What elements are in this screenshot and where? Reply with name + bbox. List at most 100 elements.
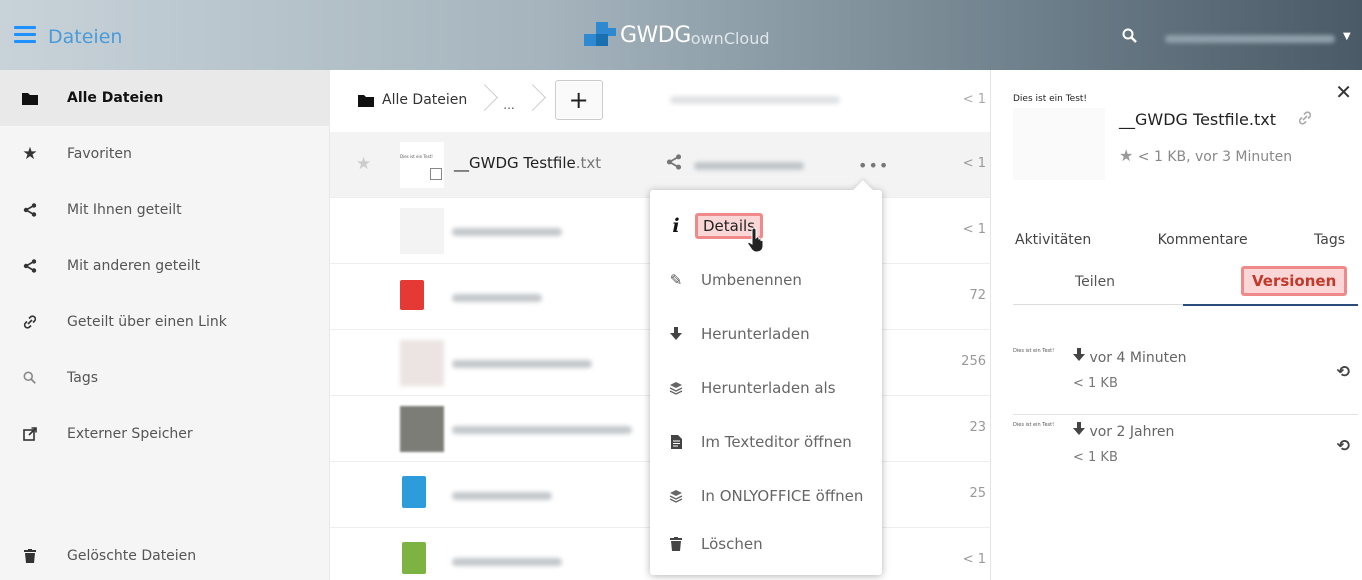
file-name[interactable] bbox=[452, 294, 542, 302]
pdf-icon bbox=[400, 280, 424, 310]
sidebar: Alle Dateien ★ Favoriten Mit Ihnen getei… bbox=[0, 70, 330, 580]
spreadsheet-icon bbox=[402, 542, 426, 574]
file-size: < 1 bbox=[962, 222, 986, 237]
version-download[interactable]: vor 2 Jahren bbox=[1073, 422, 1174, 440]
sidebar-item-all-files[interactable]: Alle Dateien bbox=[0, 70, 330, 126]
details-meta-text: < 1 KB, vor 3 Minuten bbox=[1137, 149, 1293, 165]
menu-item-download-as[interactable]: Herunterladen als bbox=[650, 361, 882, 415]
revert-icon[interactable]: ⟲ bbox=[1337, 362, 1350, 381]
version-time: vor 2 Jahren bbox=[1089, 424, 1175, 440]
folder-icon bbox=[358, 94, 374, 107]
link-icon[interactable] bbox=[1297, 110, 1313, 126]
file-size: 72 bbox=[969, 288, 986, 303]
sidebar-item-shared-with-you[interactable]: Mit Ihnen geteilt bbox=[0, 182, 330, 238]
download-icon bbox=[1073, 422, 1085, 435]
file-preview bbox=[1013, 108, 1105, 180]
version-thumbnail: Dies ist ein Test! bbox=[1013, 348, 1055, 354]
link-icon bbox=[20, 312, 40, 332]
tab-activities[interactable]: Aktivitäten bbox=[1015, 232, 1091, 248]
sidebar-item-label: Mit anderen geteilt bbox=[67, 258, 201, 274]
tab-sharing[interactable]: Teilen bbox=[1075, 274, 1115, 290]
file-checkbox[interactable] bbox=[430, 168, 442, 180]
sidebar-item-external-storage[interactable]: Externer Speicher bbox=[0, 406, 330, 462]
file-name[interactable] bbox=[452, 558, 562, 566]
menu-item-text-editor[interactable]: Im Texteditor öffnen bbox=[650, 415, 882, 469]
active-tab-indicator bbox=[1183, 304, 1358, 306]
revert-icon[interactable]: ⟲ bbox=[1337, 436, 1350, 455]
share-recipient bbox=[694, 162, 804, 170]
file-thumbnail: Dies ist ein Test! bbox=[400, 142, 444, 188]
tab-comments[interactable]: Kommentare bbox=[1158, 232, 1248, 248]
menu-item-download[interactable]: Herunterladen bbox=[650, 307, 882, 361]
logo-brand: GWDG bbox=[620, 22, 691, 48]
logo-icon bbox=[584, 22, 620, 48]
download-icon bbox=[668, 327, 684, 341]
sidebar-item-shared-with-others[interactable]: Mit anderen geteilt bbox=[0, 238, 330, 294]
star-icon[interactable]: ★ bbox=[356, 154, 371, 174]
menu-item-onlyoffice[interactable]: In ONLYOFFICE öffnen bbox=[650, 469, 882, 523]
share-icon bbox=[20, 200, 40, 220]
header-size: < 1 bbox=[962, 92, 986, 107]
info-icon: i bbox=[672, 215, 680, 237]
search-icon bbox=[20, 368, 40, 388]
details-meta: ★ < 1 KB, vor 3 Minuten bbox=[1119, 146, 1292, 165]
more-actions-button[interactable]: ••• bbox=[858, 156, 889, 175]
file-name[interactable]: __GWDG Testfile.txt bbox=[454, 154, 601, 172]
file-size: < 1 bbox=[962, 552, 986, 567]
file-thumbnail bbox=[400, 208, 444, 254]
trash-icon bbox=[668, 537, 684, 551]
version-download[interactable]: vor 4 Minuten bbox=[1073, 348, 1187, 366]
download-icon bbox=[1073, 348, 1085, 361]
external-icon bbox=[20, 424, 40, 444]
document-icon bbox=[402, 476, 426, 508]
menu-item-label: Im Texteditor öffnen bbox=[701, 433, 852, 451]
app-name[interactable]: Dateien bbox=[48, 26, 122, 48]
star-icon[interactable]: ★ bbox=[1119, 146, 1133, 165]
version-size: < 1 KB bbox=[1073, 376, 1118, 391]
sidebar-item-deleted-files[interactable]: Gelöschte Dateien bbox=[0, 528, 330, 580]
search-icon[interactable] bbox=[1122, 28, 1138, 44]
sidebar-item-tags[interactable]: Tags bbox=[0, 350, 330, 406]
user-menu[interactable] bbox=[1165, 35, 1335, 43]
sidebar-item-shared-by-link[interactable]: Geteilt über einen Link bbox=[0, 294, 330, 350]
file-thumbnail bbox=[400, 340, 444, 386]
file-name[interactable] bbox=[452, 426, 632, 434]
file-name-base: __GWDG Testfile bbox=[454, 154, 576, 172]
version-item: Dies ist ein Test! vor 4 Minuten < 1 KB … bbox=[1013, 344, 1358, 414]
logo: GWDG ownCloud bbox=[584, 22, 770, 48]
file-name[interactable] bbox=[452, 228, 562, 236]
sidebar-item-label: Externer Speicher bbox=[67, 426, 193, 442]
details-tabs: Aktivitäten Kommentare Tags bbox=[1015, 232, 1345, 248]
tab-versions[interactable]: Versionen bbox=[1241, 266, 1348, 296]
layers-icon bbox=[668, 381, 684, 395]
new-file-button[interactable]: + bbox=[554, 80, 603, 120]
sidebar-item-label: Tags bbox=[67, 370, 98, 386]
document-icon bbox=[668, 435, 684, 449]
caret-down-icon[interactable]: ▼ bbox=[1343, 31, 1351, 42]
details-title: __GWDG Testfile.txt bbox=[1119, 110, 1276, 129]
version-thumbnail: Dies ist ein Test! bbox=[1013, 422, 1055, 428]
close-icon[interactable]: ✕ bbox=[1335, 80, 1352, 104]
menu-icon[interactable] bbox=[14, 26, 36, 44]
menu-item-delete[interactable]: Löschen bbox=[650, 517, 882, 571]
file-name[interactable] bbox=[452, 360, 592, 368]
sidebar-item-favorites[interactable]: ★ Favoriten bbox=[0, 126, 330, 182]
menu-item-label: Herunterladen bbox=[701, 325, 810, 343]
menu-item-label: Herunterladen als bbox=[701, 379, 836, 397]
menu-item-label: Umbenennen bbox=[701, 271, 802, 289]
file-row-selected[interactable]: ★ Dies ist ein Test! __GWDG Testfile.txt… bbox=[330, 132, 990, 198]
menu-item-label: Löschen bbox=[701, 535, 763, 553]
file-name[interactable] bbox=[452, 492, 552, 500]
sidebar-item-label: Favoriten bbox=[67, 146, 132, 162]
tab-tags[interactable]: Tags bbox=[1314, 232, 1345, 248]
thumb-text: Dies ist ein Test! bbox=[400, 154, 433, 159]
app-header: Dateien GWDG ownCloud ▼ bbox=[0, 0, 1362, 70]
share-icon[interactable] bbox=[666, 154, 682, 170]
file-extension: .txt bbox=[575, 154, 602, 172]
menu-item-rename[interactable]: ✎ Umbenennen bbox=[650, 253, 882, 307]
share-icon bbox=[20, 256, 40, 276]
breadcrumb-root[interactable]: Alle Dateien bbox=[358, 92, 467, 108]
version-item: Dies ist ein Test! vor 2 Jahren < 1 KB ⟲ bbox=[1013, 418, 1358, 488]
version-divider bbox=[1013, 414, 1358, 415]
breadcrumb-ellipsis[interactable]: ... bbox=[503, 98, 514, 112]
